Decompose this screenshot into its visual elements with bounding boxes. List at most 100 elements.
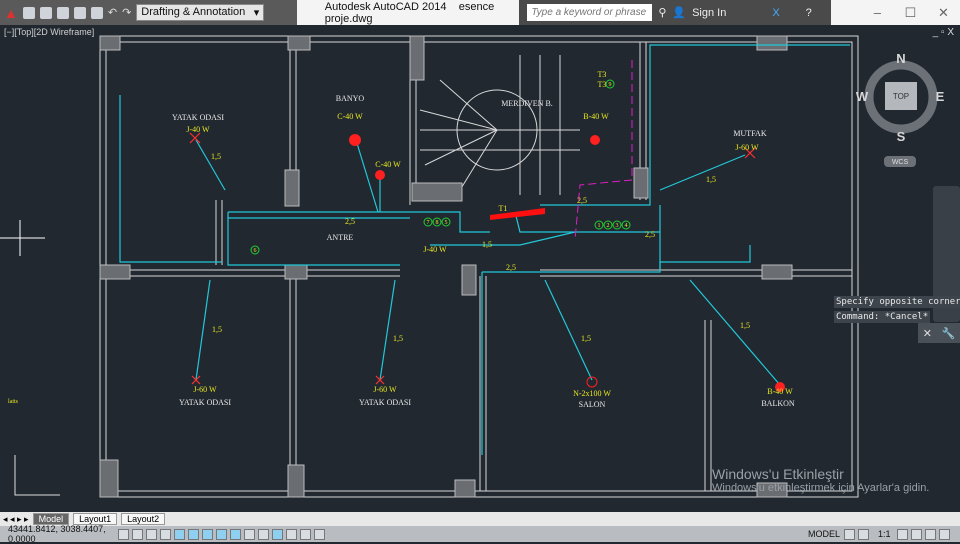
new-icon[interactable] <box>22 6 35 19</box>
status-bar: 43441.8412, 3038.4407, 0.0000 MODEL 1:1 <box>0 524 960 544</box>
model-space-button[interactable]: MODEL <box>808 529 840 539</box>
command-bar[interactable]: ✕ 🔧 <box>918 323 960 343</box>
dyn-icon[interactable] <box>244 528 255 540</box>
section-label: 2,5 <box>577 196 587 205</box>
room-load: J-40 W <box>423 245 447 254</box>
undo-icon[interactable]: ↶ <box>108 6 117 19</box>
polar-icon[interactable] <box>174 528 185 540</box>
window-title: Autodesk AutoCAD 2014 esence proje.dwg <box>325 1 520 25</box>
room-name: BANYO <box>336 94 365 103</box>
clean-screen-icon[interactable] <box>938 528 950 540</box>
3d-osnap-icon[interactable] <box>202 528 213 540</box>
otrack-icon[interactable] <box>216 528 227 540</box>
light-fixtures <box>349 134 785 392</box>
selection-cycling-icon[interactable] <box>300 528 311 540</box>
side-text: latts <box>8 399 19 405</box>
watermark-text: Windows'u etkinleştirmek için Ayarlar'a … <box>712 482 930 494</box>
quick-properties-icon[interactable] <box>286 528 297 540</box>
gear-icon[interactable] <box>896 528 908 540</box>
viewport-window-controls[interactable]: _ ▫ X <box>933 27 954 38</box>
save-as-icon[interactable] <box>73 6 86 19</box>
ducs-icon[interactable] <box>230 528 241 540</box>
ortho-icon[interactable] <box>160 528 171 540</box>
close-button[interactable]: ✕ <box>927 5 960 21</box>
room-name: MERDIVEN B. <box>501 99 553 108</box>
drawing-canvas[interactable]: YATAK ODASI J-40 W BANYO C-40 W C-40 W M… <box>0 25 960 512</box>
minimize-button[interactable]: – <box>861 5 894 20</box>
section-label: 1,5 <box>706 175 716 184</box>
svg-text:E: E <box>936 89 945 104</box>
svg-text:N: N <box>896 51 905 66</box>
osnap-icon[interactable] <box>188 528 199 540</box>
activation-watermark: Windows'u Etkinleştir Windows'u etkinleşt… <box>712 466 929 494</box>
tab-nav-arrows[interactable]: ◂ ◂ ▸ ▸ <box>3 514 29 525</box>
user-icon: 👤 <box>672 7 687 19</box>
quick-view-layouts-icon[interactable] <box>844 528 856 540</box>
walls <box>99 35 859 498</box>
t3-label: T3 <box>598 70 607 79</box>
svg-text:5: 5 <box>445 220 448 226</box>
quick-access-toolbar: ▲ ↶ ↷ Drafting & Annotation ▾ <box>0 0 297 25</box>
svg-text:W: W <box>856 89 869 104</box>
room-load: B-40 W <box>583 112 609 121</box>
print-icon[interactable] <box>90 6 103 19</box>
close-icon[interactable]: ✕ <box>923 327 932 340</box>
section-label: 1,5 <box>740 321 750 330</box>
panel-label: T1 <box>499 204 508 213</box>
room-name: ANTRE <box>327 233 354 242</box>
save-icon[interactable] <box>56 6 69 19</box>
exchange-icon[interactable]: X <box>772 7 779 19</box>
room-name: YATAK ODASI <box>172 113 224 122</box>
grid-icon[interactable] <box>146 528 157 540</box>
svg-text:1: 1 <box>598 223 601 229</box>
room-name: SALON <box>579 400 606 409</box>
tab-layout2[interactable]: Layout2 <box>121 513 166 525</box>
chevron-down-icon: ▾ <box>253 7 260 19</box>
snap-icon[interactable] <box>132 528 143 540</box>
title-bar: ▲ ↶ ↷ Drafting & Annotation ▾ Autodesk Au… <box>0 0 960 25</box>
wiring <box>119 44 850 455</box>
section-label: 1,5 <box>581 334 591 343</box>
room-load: J-60 W <box>373 385 397 394</box>
svg-text:6: 6 <box>254 248 257 254</box>
svg-text:7: 7 <box>427 220 430 226</box>
isolate-icon[interactable] <box>924 528 936 540</box>
command-line: Command: *Cancel* <box>834 311 931 323</box>
transparency-icon[interactable] <box>272 528 283 540</box>
workspace-label: Drafting & Annotation <box>141 6 246 18</box>
lock-icon[interactable] <box>910 528 922 540</box>
room-load: J-40 W <box>186 125 210 134</box>
quick-view-drawings-icon[interactable] <box>858 528 870 540</box>
room-load: C-40 W <box>375 160 401 169</box>
search-input[interactable] <box>527 4 653 21</box>
binoculars-icon[interactable]: ⚲ <box>658 6 666 19</box>
room-name: MUTFAK <box>733 129 766 138</box>
infocenter: ⚲ 👤 Sign In X ? <box>519 0 831 25</box>
section-label: 2,5 <box>345 217 355 226</box>
svg-text:3: 3 <box>616 223 619 229</box>
room-name: BALKON <box>761 399 795 408</box>
viewcube[interactable]: TOP N S E W WCS <box>856 51 945 167</box>
sign-in-button[interactable]: Sign In <box>692 7 726 19</box>
help-icon[interactable]: ? <box>806 7 812 19</box>
annotation-monitor-icon[interactable] <box>314 528 325 540</box>
redo-icon[interactable]: ↷ <box>122 6 131 19</box>
workspace-dropdown[interactable]: Drafting & Annotation ▾ <box>136 4 265 21</box>
lineweight-icon[interactable] <box>258 528 269 540</box>
autocad-logo-icon[interactable]: ▲ <box>4 5 18 21</box>
svg-text:S: S <box>897 129 906 144</box>
viewport-controls[interactable]: [−][Top][2D Wireframe] <box>4 27 94 37</box>
coordinates-readout: 43441.8412, 3038.4407, 0.0000 <box>8 524 106 544</box>
infer-constraints-icon[interactable] <box>118 528 129 540</box>
wrench-icon[interactable]: 🔧 <box>942 327 956 340</box>
room-load: J-60 W <box>193 385 217 394</box>
open-icon[interactable] <box>39 6 52 19</box>
room-load: C-40 W <box>337 112 363 121</box>
room-load: B-40 W <box>767 387 793 396</box>
annotation-scale[interactable]: 1:1 <box>878 529 891 539</box>
maximize-button[interactable]: ☐ <box>894 5 927 21</box>
svg-text:2: 2 <box>607 223 610 229</box>
section-label: 1,5 <box>212 325 222 334</box>
columns <box>99 35 793 498</box>
command-line: Specify opposite corner: <box>834 296 960 308</box>
